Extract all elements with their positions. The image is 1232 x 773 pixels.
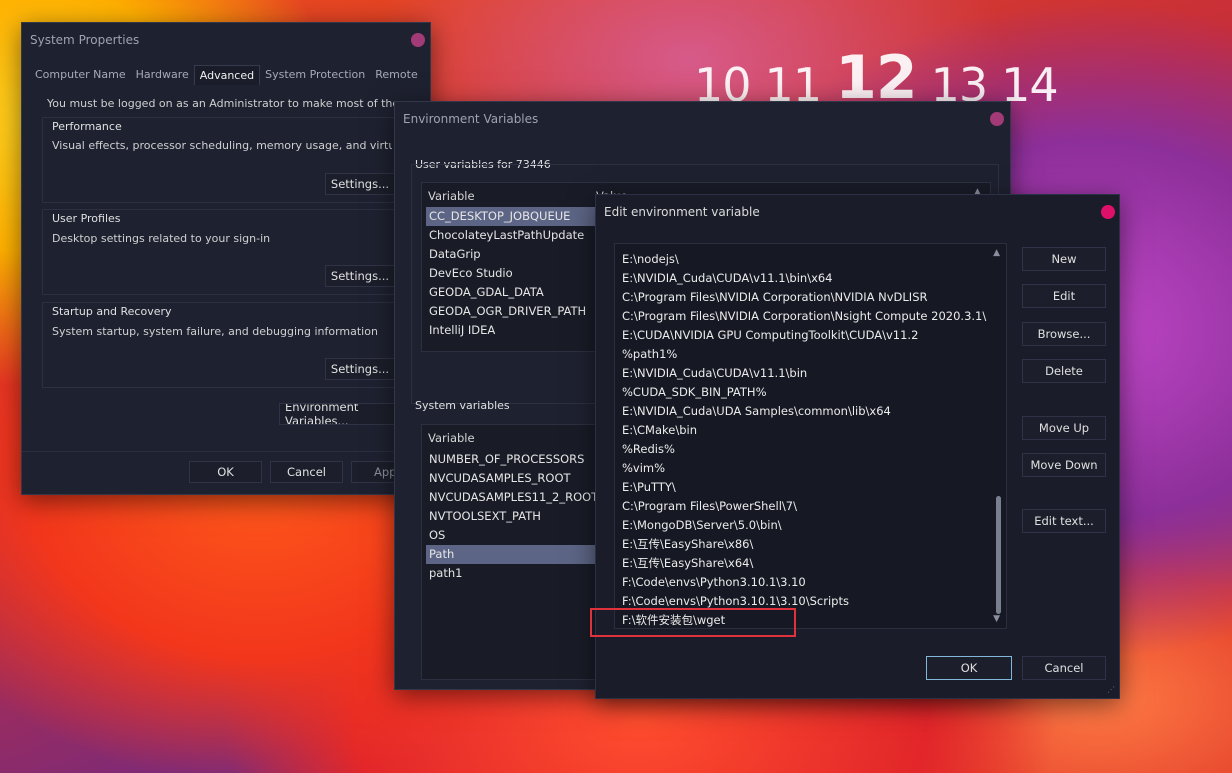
list-item[interactable]: CC_DESKTOP_JOBQUEUE [426, 207, 596, 226]
path-item[interactable]: C:\Program Files\NVIDIA Corporation\NVID… [622, 288, 928, 307]
path-item[interactable]: E:\NVIDIA_Cuda\CUDA\v11.1\bin\x64 [622, 269, 833, 288]
browse-button[interactable]: Browse... [1022, 322, 1106, 346]
list-item-selected[interactable]: Path [426, 545, 596, 564]
list-item[interactable]: ChocolateyLastPathUpdate [426, 226, 596, 245]
path-item[interactable]: E:\NVIDIA_Cuda\CUDA\v11.1\bin [622, 364, 807, 383]
path-item[interactable]: E:\MongoDB\Server\5.0\bin\ [622, 516, 782, 535]
path-item[interactable]: E:\NVIDIA_Cuda\UDA Samples\common\lib\x6… [622, 402, 891, 421]
tab-advanced[interactable]: Advanced [193, 65, 261, 85]
path-item[interactable]: C:\Program Files\PowerShell\7\ [622, 497, 797, 516]
path-item[interactable]: F:\Code\envs\Python3.10.1\3.10 [622, 573, 806, 592]
performance-label: Performance [52, 120, 122, 133]
list-item[interactable]: GEODA_GDAL_DATA [426, 283, 596, 302]
system-variables-list[interactable]: Variable NUMBER_OF_PROCESSORS NVCUDASAMP… [421, 424, 601, 680]
path-item[interactable]: %path1% [622, 345, 677, 364]
cancel-button[interactable]: Cancel [270, 461, 343, 483]
wallpaper-clock: 10 11 12 13 14 [694, 43, 1059, 113]
performance-desc: Visual effects, processor scheduling, me… [52, 139, 392, 152]
resize-grip-icon[interactable]: ⋰ [1107, 685, 1115, 694]
ok-button[interactable]: OK [189, 461, 262, 483]
tab-bar: Computer Name Hardware Advanced System P… [30, 65, 423, 85]
startup-settings-button[interactable]: Settings... [325, 358, 395, 380]
new-button[interactable]: New [1022, 247, 1106, 271]
path-item[interactable]: E:\CUDA\NVIDIA GPU ComputingToolkit\CUDA… [622, 326, 918, 345]
path-item[interactable]: E:\PuTTY\ [622, 478, 676, 497]
list-item[interactable]: NUMBER_OF_PROCESSORS [426, 450, 596, 469]
scrollbar[interactable] [996, 260, 1002, 614]
list-item[interactable]: DataGrip [426, 245, 596, 264]
system-variables-label: System variables [415, 399, 510, 412]
path-list[interactable]: E:\nodejs\ E:\NVIDIA_Cuda\CUDA\v11.1\bin… [614, 243, 1007, 629]
window-title: Environment Variables [403, 112, 539, 126]
list-item[interactable]: path1 [426, 564, 596, 583]
move-up-button[interactable]: Move Up [1022, 416, 1106, 440]
list-item[interactable]: OS [426, 526, 596, 545]
performance-settings-button[interactable]: Settings... [325, 173, 395, 195]
delete-button[interactable]: Delete [1022, 359, 1106, 383]
column-variable[interactable]: Variable [428, 189, 475, 203]
tab-system-protection[interactable]: System Protection [260, 65, 370, 85]
chevron-up-icon[interactable]: ▲ [993, 248, 1000, 258]
ok-button[interactable]: OK [926, 656, 1012, 680]
list-item[interactable]: NVCUDASAMPLES11_2_ROOT [426, 488, 598, 507]
startup-label: Startup and Recovery [52, 305, 172, 318]
path-item[interactable]: %Redis% [622, 440, 675, 459]
clock-digit-current: 12 [835, 43, 917, 113]
tab-computer-name[interactable]: Computer Name [30, 65, 131, 85]
startup-desc: System startup, system failure, and debu… [52, 325, 378, 338]
list-item[interactable]: IntelliJ IDEA [426, 321, 596, 340]
scrollbar-thumb[interactable] [996, 496, 1001, 614]
close-icon[interactable] [1101, 205, 1115, 219]
move-down-button[interactable]: Move Down [1022, 453, 1106, 477]
path-item[interactable]: E:\互传\EasyShare\x64\ [622, 554, 753, 573]
tab-remote[interactable]: Remote [370, 65, 422, 85]
chevron-down-icon[interactable]: ▼ [993, 614, 1000, 624]
window-title: Edit environment variable [604, 205, 760, 219]
profiles-desc: Desktop settings related to your sign-in [52, 232, 271, 245]
path-item[interactable]: E:\CMake\bin [622, 421, 697, 440]
close-icon[interactable] [990, 112, 1004, 126]
path-item[interactable]: E:\互传\EasyShare\x86\ [622, 535, 753, 554]
list-header: Variable [422, 425, 600, 449]
path-item[interactable]: E:\nodejs\ [622, 250, 679, 269]
divider [22, 451, 430, 452]
profiles-label: User Profiles [52, 212, 121, 225]
admin-note: You must be logged on as an Administrato… [47, 97, 399, 110]
edit-environment-variable-window: Edit environment variable E:\nodejs\ E:\… [590, 194, 1120, 699]
system-properties-window: System Properties Computer Name Hardware… [21, 22, 431, 495]
column-variable[interactable]: Variable [428, 431, 475, 445]
list-item[interactable]: NVCUDASAMPLES_ROOT [426, 469, 596, 488]
window-title: System Properties [30, 33, 140, 47]
edit-text-button[interactable]: Edit text... [1022, 509, 1106, 533]
list-item[interactable]: GEODA_OGR_DRIVER_PATH [426, 302, 596, 321]
close-icon[interactable] [411, 33, 425, 47]
cancel-button[interactable]: Cancel [1022, 656, 1106, 680]
list-item[interactable]: DevEco Studio [426, 264, 596, 283]
tab-hardware[interactable]: Hardware [131, 65, 194, 85]
edit-button[interactable]: Edit [1022, 284, 1106, 308]
profiles-settings-button[interactable]: Settings... [325, 265, 395, 287]
path-item[interactable]: %CUDA_SDK_BIN_PATH% [622, 383, 767, 402]
highlight-box [590, 608, 796, 637]
list-item[interactable]: NVTOOLSEXT_PATH [426, 507, 596, 526]
environment-variables-button[interactable]: Environment Variables... [279, 403, 399, 425]
path-item[interactable]: C:\Program Files\NVIDIA Corporation\Nsig… [622, 307, 986, 326]
path-item[interactable]: %vim% [622, 459, 665, 478]
